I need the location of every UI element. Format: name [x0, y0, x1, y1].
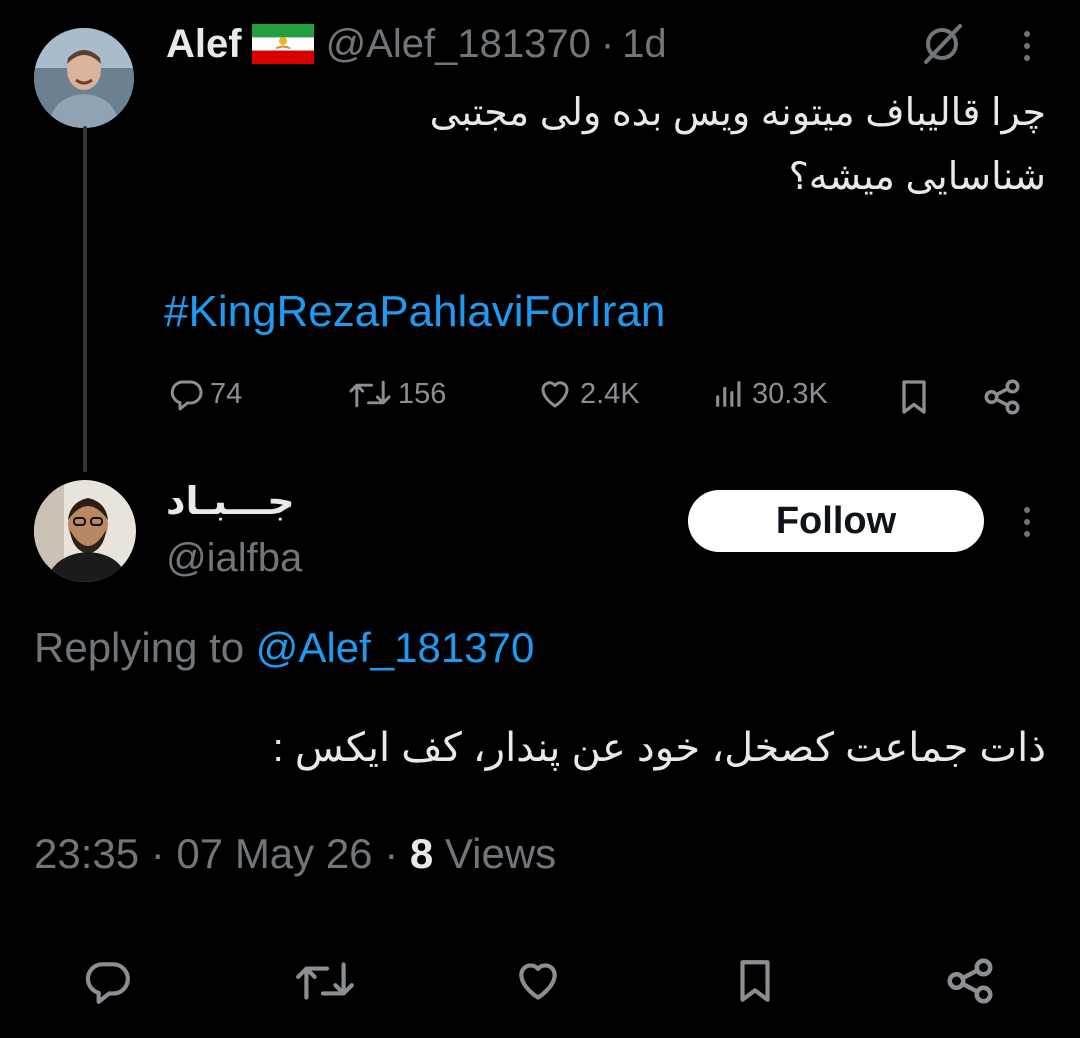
header-separator: ·: [600, 21, 615, 66]
reply-views-label: Views: [444, 830, 557, 877]
repost-count: 156: [398, 377, 447, 410]
repost-action-button[interactable]: [294, 956, 356, 1006]
original-author-handle[interactable]: @Alef_181370: [326, 22, 591, 67]
reply-icon: [168, 376, 204, 412]
original-more-vertical-icon[interactable]: [1018, 26, 1036, 66]
like-action-button[interactable]: [510, 956, 566, 1006]
share-action-button[interactable]: [940, 954, 1000, 1008]
original-share-icon[interactable]: [980, 376, 1024, 418]
reply-views-count: 8: [409, 830, 434, 877]
reply-count: 74: [210, 377, 243, 410]
bookmark-action-button[interactable]: [730, 954, 780, 1008]
reply-more-vertical-icon[interactable]: [1018, 502, 1036, 542]
views-count: 30.3K: [752, 377, 828, 410]
original-tweet-text-line1: چرا قالیباف میتونه ویس بده ولی مجتبی: [429, 92, 1046, 134]
original-author-name[interactable]: Alef: [166, 22, 242, 67]
views-chart-icon: [712, 376, 746, 412]
iran-lion-sun-flag-icon: [251, 24, 314, 64]
original-author-avatar[interactable]: [34, 28, 134, 128]
original-bookmark-icon[interactable]: [894, 376, 934, 418]
original-tweet-text-line2: شناسایی میشه؟: [788, 156, 1046, 198]
repost-icon: [348, 376, 392, 412]
original-tweet-header: Alef @Alef_181370 · 1d: [166, 18, 667, 70]
grok-icon[interactable]: [920, 22, 966, 66]
reply-tweet-text: ذات جماعت کصخل، خود عن پندار، کف ایکس :: [272, 726, 1046, 770]
reply-author-name[interactable]: جـــبـاد: [166, 476, 295, 528]
reply-timestamp-line: 23:35 · 07 May 26 · 8 Views: [34, 824, 556, 884]
repost-count-button[interactable]: 156: [348, 376, 446, 412]
replying-to-line: Replying to @Alef_181370: [34, 618, 534, 678]
replying-to-handle-link[interactable]: @Alef_181370: [256, 624, 535, 671]
reply-author-handle[interactable]: @ialfba: [166, 532, 302, 584]
reply-timestamp[interactable]: 23:35 · 07 May 26 ·: [34, 830, 410, 877]
reply-author-avatar[interactable]: [34, 480, 136, 582]
like-count-button[interactable]: 2.4K: [536, 376, 640, 412]
reply-count-button[interactable]: 74: [168, 376, 242, 412]
views-count-button[interactable]: 30.3K: [712, 376, 828, 412]
original-tweet-time[interactable]: 1d: [622, 22, 667, 67]
replying-to-prefix: Replying to: [34, 624, 245, 671]
thread-connector-line: [83, 126, 87, 472]
follow-button[interactable]: Follow: [688, 490, 984, 552]
reply-action-button[interactable]: [80, 956, 134, 1006]
hashtag-link[interactable]: #KingRezaPahlaviForIran: [164, 284, 665, 340]
like-count: 2.4K: [580, 377, 640, 410]
heart-icon: [536, 376, 574, 412]
